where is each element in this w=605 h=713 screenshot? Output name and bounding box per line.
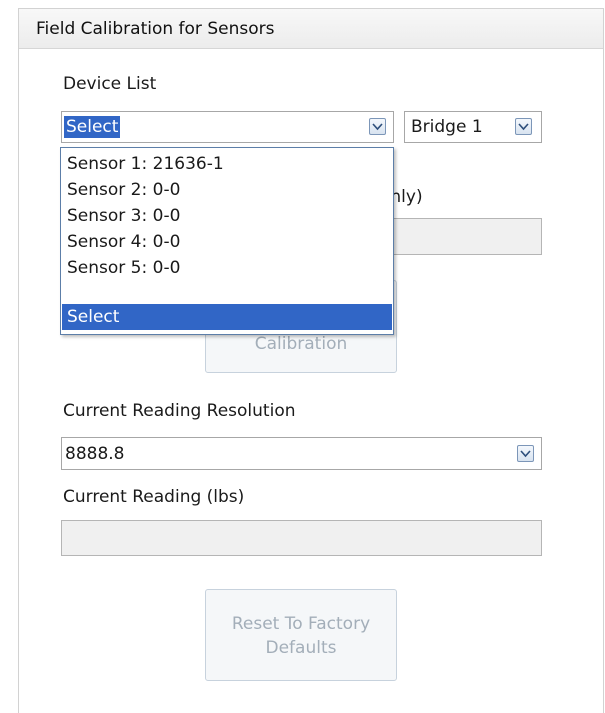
chevron-down-icon[interactable]	[515, 118, 532, 135]
device-list-dropdown: Sensor 1: 21636-1 Sensor 2: 0-0 Sensor 3…	[60, 147, 394, 335]
calibration-button-label: Calibration	[254, 334, 348, 354]
bridge-value: Bridge 1	[411, 117, 483, 137]
dropdown-option-sensor-5[interactable]: Sensor 5: 0-0	[62, 255, 392, 281]
device-list-combobox[interactable]: Select	[61, 111, 394, 143]
reset-to-factory-defaults-button[interactable]: Reset To Factory Defaults	[205, 589, 397, 681]
panel-header: Field Calibration for Sensors	[19, 9, 603, 49]
chevron-down-icon[interactable]	[369, 118, 386, 135]
panel-title: Field Calibration for Sensors	[36, 19, 275, 39]
reset-button-line2: Defaults	[265, 638, 337, 658]
dropdown-option-sensor-4[interactable]: Sensor 4: 0-0	[62, 229, 392, 255]
dropdown-option-sensor-3[interactable]: Sensor 3: 0-0	[62, 203, 392, 229]
obscured-textbox	[380, 218, 542, 255]
dropdown-option-sensor-2[interactable]: Sensor 2: 0-0	[62, 177, 392, 203]
resolution-value: 8888.8	[65, 444, 125, 464]
reading-textbox	[61, 520, 542, 556]
reset-button-line1: Reset To Factory	[231, 614, 371, 634]
dropdown-option-sensor-1[interactable]: Sensor 1: 21636-1	[62, 151, 392, 177]
bridge-combobox[interactable]: Bridge 1	[404, 111, 542, 143]
device-list-label: Device List	[63, 74, 157, 94]
chevron-down-icon[interactable]	[517, 445, 534, 462]
resolution-label: Current Reading Resolution	[63, 401, 296, 421]
device-list-value: Select	[64, 116, 121, 138]
dropdown-option-select[interactable]: Select	[62, 304, 392, 330]
reading-label: Current Reading (lbs)	[63, 487, 245, 507]
resolution-combobox[interactable]: 8888.8	[61, 437, 542, 470]
